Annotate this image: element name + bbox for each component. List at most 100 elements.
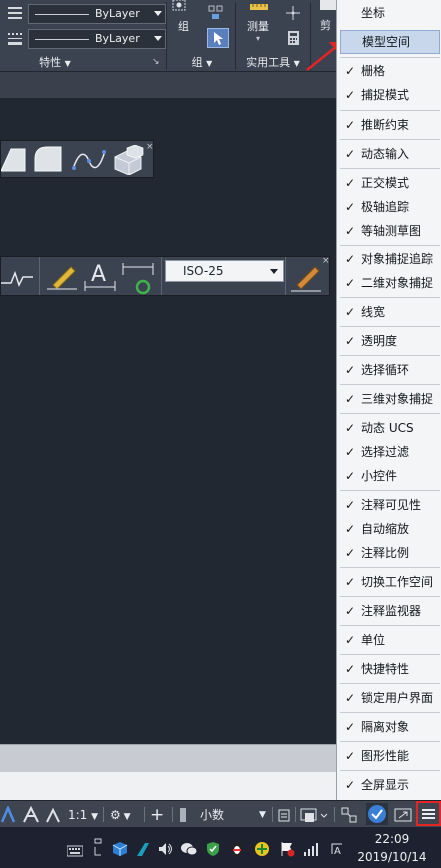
signal-icon[interactable] — [303, 841, 319, 857]
menu-item-isolate-objects[interactable]: ✓ 隔离对象 — [340, 716, 440, 738]
menu-item-model-space[interactable]: 模型空间 — [340, 30, 440, 54]
spline-icon[interactable] — [71, 145, 107, 173]
menu-item-annotation-scale[interactable]: ✓ 注释比例 — [340, 542, 440, 564]
units-select[interactable]: 小数 — [200, 806, 224, 824]
isolate-objects-icon[interactable] — [340, 806, 358, 824]
lock-ui-icon[interactable] — [299, 806, 329, 824]
group-selection-toggle-icon[interactable] — [207, 28, 229, 48]
dim-edit-icon[interactable] — [45, 263, 79, 293]
menu-item-quick-properties[interactable]: ✓ 快捷特性 — [340, 658, 440, 680]
calculator-icon[interactable] — [286, 30, 302, 46]
wechat-icon[interactable] — [181, 841, 198, 857]
security-shield-icon[interactable] — [205, 841, 221, 857]
chevron-down-icon[interactable]: ▼ — [259, 806, 266, 824]
measure-icon[interactable] — [248, 0, 270, 16]
menu-item-workspace-switching[interactable]: ✓ 切换工作空间 — [340, 571, 440, 593]
group-edit-icon[interactable] — [208, 5, 224, 21]
flag-error-icon[interactable] — [279, 841, 295, 857]
dim-text-edit-icon[interactable]: A — [83, 259, 117, 293]
menu-item-2d-object-snap[interactable]: ✓ 二维对象捕捉 — [340, 272, 440, 294]
clean-screen-icon[interactable] — [394, 806, 412, 824]
menu-item-polar-tracking[interactable]: ✓ 极轴追踪 — [340, 196, 440, 218]
autodesk-icon[interactable] — [135, 841, 151, 857]
dim-style-select[interactable]: ISO-25 — [165, 260, 284, 282]
menu-item-annotation-visibility[interactable]: ✓ 注释可见性 — [340, 494, 440, 516]
quick-properties-icon[interactable] — [278, 806, 290, 824]
hardware-acceleration-icon[interactable] — [366, 803, 388, 825]
menu-item-label: 注释监视器 — [361, 604, 422, 618]
annotation-visibility-icon[interactable] — [0, 804, 16, 824]
menu-item-label: 三维对象捕捉 — [361, 392, 434, 406]
menu-item-selection-filtering[interactable]: ✓ 选择过滤 — [340, 441, 440, 463]
clipboard-button-label[interactable]: 剪 — [320, 17, 331, 33]
chamfer-icon[interactable] — [0, 147, 27, 173]
panel-title-utilities[interactable]: 实用工具 ▼ — [238, 54, 308, 71]
menu-item-lock-ui[interactable]: ✓ 锁定用户界面 — [340, 687, 440, 709]
chevron-down-icon[interactable]: ▾ — [256, 34, 260, 43]
linetype-combo[interactable]: ByLayer — [4, 4, 166, 24]
dim-style-override-icon[interactable] — [289, 261, 323, 295]
clipboard-icon[interactable] — [320, 0, 336, 10]
menu-item-dynamic-input[interactable]: ✓ 动态输入 — [340, 143, 440, 165]
menu-item-gizmo[interactable]: ✓ 小控件 — [340, 465, 440, 487]
panel-title-group[interactable]: 组 ▼ — [172, 54, 232, 71]
dim-jogged-linear-icon[interactable] — [1, 263, 35, 291]
menu-item-dynamic-ucs[interactable]: ✓ 动态 UCS — [340, 417, 440, 439]
menu-item-grid[interactable]: ✓ 栅格 — [340, 60, 440, 82]
qq-penguin-icon[interactable] — [229, 841, 245, 857]
menu-item-snap-mode[interactable]: ✓ 捕捉模式 — [340, 84, 440, 106]
menu-item-transparency[interactable]: ✓ 透明度 — [340, 330, 440, 352]
taskbar-time[interactable]: 22:09 — [372, 832, 412, 846]
menu-item-annotation-monitor[interactable]: ✓ 注释监视器 — [340, 600, 440, 622]
menu-item-ortho-mode[interactable]: ✓ 正交模式 — [340, 172, 440, 194]
auto-scale-icon[interactable] — [22, 805, 40, 824]
command-history — [0, 744, 340, 772]
green-plus-icon[interactable] — [254, 841, 270, 857]
menu-item-graphics-performance[interactable]: ✓ 图形性能 — [340, 745, 440, 767]
linetype-value: ByLayer — [95, 7, 140, 20]
volume-icon[interactable] — [158, 841, 174, 857]
drawing-canvas[interactable] — [0, 98, 340, 744]
taskbar-date[interactable]: 2019/10/14 — [356, 850, 428, 864]
menu-item-label: 选择过滤 — [361, 445, 410, 459]
measure-button-label[interactable]: 测量 — [247, 18, 269, 34]
menu-item-infer-constraints[interactable]: ✓ 推断约束 — [340, 114, 440, 136]
annotation-scale-select[interactable]: 1:1 ▼ — [68, 806, 98, 824]
dim-update-icon[interactable] — [121, 261, 157, 295]
check-icon: ✓ — [345, 88, 356, 102]
group-icon[interactable] — [171, 0, 187, 16]
menu-item-isometric-drafting[interactable]: ✓ 等轴测草图 — [340, 220, 440, 242]
annotation-scale-icon[interactable] — [44, 806, 62, 824]
menu-item-coordinates[interactable]: 坐标 — [340, 2, 440, 24]
workspace-gear-icon[interactable]: ⚙ ▼ — [110, 806, 131, 824]
menu-item-label: 对象捕捉追踪 — [361, 252, 434, 266]
menu-item-3d-object-snap[interactable]: ✓ 三维对象捕捉 — [340, 388, 440, 410]
fillet-icon[interactable] — [33, 145, 63, 173]
cube-app-icon[interactable] — [112, 841, 128, 857]
group-button-label[interactable]: 组 — [178, 18, 189, 34]
keyboard-icon[interactable] — [66, 842, 84, 857]
close-icon[interactable]: × — [322, 256, 330, 266]
input-method-icon[interactable]: A — [329, 841, 345, 857]
menu-item-lineweight[interactable]: ✓ 线宽 — [340, 301, 440, 323]
close-icon[interactable]: × — [146, 142, 154, 152]
check-icon: ✓ — [345, 498, 356, 512]
linetype-combo-box[interactable]: ByLayer — [28, 4, 166, 24]
customization-menu-button[interactable] — [416, 801, 441, 826]
menu-item-units[interactable]: ✓ 单位 — [340, 629, 440, 651]
panel-title-properties[interactable]: 特性 ▼ — [20, 54, 90, 71]
panel-launcher-icon[interactable]: ↘ — [152, 57, 160, 67]
menu-item-clean-screen[interactable]: ✓ 全屏显示 — [340, 774, 440, 796]
menu-item-selection-cycling[interactable]: ✓ 选择循环 — [340, 359, 440, 381]
menu-item-auto-scale[interactable]: ✓ 自动缩放 — [340, 518, 440, 540]
point-crosshair-icon[interactable] — [285, 5, 301, 21]
lineweight-combo[interactable]: ByLayer — [4, 29, 166, 49]
network-bracket-icon[interactable] — [93, 837, 103, 857]
command-input[interactable] — [0, 772, 340, 800]
check-icon: ✓ — [345, 252, 356, 266]
menu-item-object-snap-tracking[interactable]: ✓ 对象捕捉追踪 — [340, 248, 440, 270]
menu-item-label: 等轴测草图 — [361, 224, 422, 238]
annotation-monitor-icon[interactable]: + — [150, 806, 164, 824]
3d-solid-icon[interactable] — [111, 144, 145, 176]
lineweight-combo-box[interactable]: ByLayer — [28, 29, 166, 49]
